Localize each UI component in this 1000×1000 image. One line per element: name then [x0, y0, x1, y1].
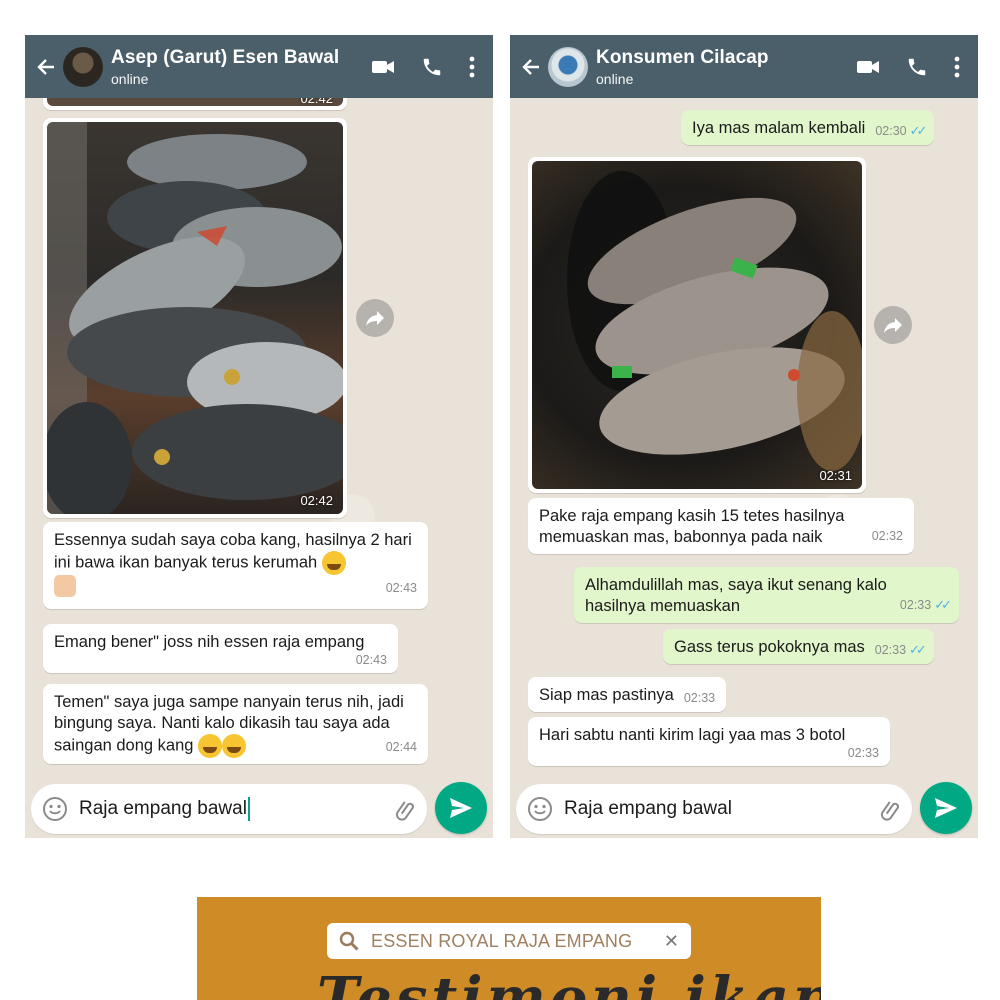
attach-button[interactable]: [383, 797, 427, 821]
time-value: 02:30: [875, 124, 907, 138]
incoming-message[interactable]: Siap mas pastinya 02:33: [528, 677, 727, 712]
incoming-message[interactable]: Emang bener" joss nih essen raja empang …: [43, 624, 398, 673]
read-ticks-icon: ✓✓: [934, 597, 952, 612]
contact-info[interactable]: Asep (Garut) Esen Bawal online: [111, 47, 371, 87]
send-button[interactable]: [920, 782, 972, 834]
chat-screen-left: 02:42 Asep (Garut) Esen Bawal online 02:…: [25, 35, 493, 838]
message-text: Gass terus pokoknya mas: [674, 638, 865, 656]
avatar[interactable]: [548, 46, 588, 87]
forward-button[interactable]: [356, 299, 394, 337]
paperclip-icon: [395, 801, 414, 821]
chat-header: Konsumen Cilacap online: [510, 35, 978, 98]
message-text: Iya mas malam kembali: [692, 119, 866, 137]
video-call-icon[interactable]: [856, 58, 880, 76]
incoming-message[interactable]: Essennya sudah saya coba kang, hasilnya …: [43, 522, 428, 609]
forward-icon: [884, 318, 902, 333]
outgoing-message[interactable]: Gass terus pokoknya mas 02:33 ✓✓: [663, 629, 934, 664]
text-caret: [247, 797, 250, 821]
message-time: 02:31: [819, 468, 852, 483]
message-time: 02:43: [355, 653, 387, 667]
fish-photo: 02:31: [532, 161, 862, 489]
send-icon: [935, 798, 957, 818]
promo-banner: ESSEN ROYAL RAJA EMPANG ✕ Testimoni ikan: [197, 897, 821, 1000]
outgoing-message[interactable]: Alhamdulillah mas, saya ikut senang kalo…: [574, 567, 959, 623]
search-bar[interactable]: ESSEN ROYAL RAJA EMPANG ✕: [327, 923, 691, 959]
image-message[interactable]: 02:31: [528, 157, 866, 493]
rofl-emoji-icon: [222, 734, 247, 758]
outgoing-message[interactable]: Iya mas malam kembali 02:30 ✓✓: [681, 110, 935, 145]
message-time: 02:33 ✓✓: [874, 642, 927, 658]
message-text: Siap mas pastinya: [539, 686, 674, 704]
time-value: 02:33: [899, 598, 932, 612]
back-arrow-icon[interactable]: [514, 35, 548, 98]
contact-status: online: [596, 70, 634, 87]
message-time: 02:43: [385, 581, 417, 595]
emoji-button[interactable]: [31, 796, 79, 822]
incoming-message[interactable]: Pake raja empang kasih 15 tetes hasilnya…: [528, 498, 914, 554]
contact-info[interactable]: Konsumen Cilacap online: [596, 47, 856, 87]
message-text: Hari sabtu nanti kirim lagi yaa mas 3 bo…: [539, 726, 846, 744]
fish-photo: 02:42: [47, 122, 343, 514]
message-input-bar[interactable]: Raja empang bawal: [31, 784, 427, 834]
contact-name: Konsumen Cilacap: [596, 46, 769, 68]
search-icon: [339, 931, 359, 951]
message-time: 02:42: [300, 493, 333, 508]
chat-screen-right: Konsumen Cilacap online Iya mas malam ke…: [510, 35, 978, 838]
incoming-message[interactable]: Temen" saya juga sampe nanyain terus nih…: [43, 684, 428, 764]
smiley-icon: [528, 797, 552, 821]
message-text: Pake raja empang kasih 15 tetes hasilnya…: [539, 507, 845, 546]
send-button[interactable]: [435, 782, 487, 834]
emoji-button[interactable]: [516, 796, 564, 822]
message-time: 02:30 ✓✓: [875, 123, 928, 139]
chat-header: Asep (Garut) Esen Bawal online: [25, 35, 493, 98]
input-value: Raja empang bawal: [79, 798, 247, 820]
message-input-bar[interactable]: Raja empang bawal: [516, 784, 912, 834]
smiley-icon: [43, 797, 67, 821]
avatar[interactable]: [63, 46, 103, 87]
message-text: Essennya sudah saya coba kang, hasilnya …: [54, 531, 412, 572]
attach-button[interactable]: [868, 797, 912, 821]
close-icon[interactable]: ✕: [664, 931, 679, 952]
paperclip-icon: [880, 801, 899, 821]
back-arrow-icon[interactable]: [29, 35, 63, 98]
contact-status: online: [111, 70, 149, 87]
laughing-emoji-icon: [321, 551, 346, 575]
read-ticks-icon: ✓✓: [909, 123, 928, 138]
phone-call-icon[interactable]: [906, 56, 928, 78]
incoming-message[interactable]: Hari sabtu nanti kirim lagi yaa mas 3 bo…: [528, 717, 890, 766]
search-text: ESSEN ROYAL RAJA EMPANG: [371, 930, 633, 951]
banner-title: Testimoni ikan: [317, 965, 821, 1000]
message-time: 02:32: [871, 529, 903, 543]
rofl-emoji-icon: [198, 734, 223, 758]
message-text: Alhamdulillah mas, saya ikut senang kalo…: [585, 576, 887, 615]
phone-call-icon[interactable]: [421, 56, 443, 78]
more-options-icon[interactable]: [954, 56, 960, 78]
image-message[interactable]: 02:42: [43, 118, 347, 518]
message-time: 02:33 ✓✓: [899, 597, 952, 613]
thumbs-up-emoji-icon: [54, 575, 76, 597]
message-time: 02:33: [683, 691, 716, 705]
video-call-icon[interactable]: [371, 58, 395, 76]
message-input[interactable]: Raja empang bawal: [79, 797, 383, 821]
message-input[interactable]: Raja empang bawal: [564, 798, 868, 820]
read-ticks-icon: ✓✓: [909, 642, 927, 657]
time-value: 02:33: [874, 643, 907, 657]
forward-icon: [366, 311, 384, 326]
forward-button[interactable]: [874, 306, 912, 344]
send-icon: [450, 798, 472, 818]
message-text: Emang bener" joss nih essen raja empang: [54, 633, 365, 651]
contact-name: Asep (Garut) Esen Bawal: [111, 46, 340, 68]
message-time: 02:33: [847, 746, 879, 760]
message-time: 02:44: [385, 740, 417, 754]
input-value: Raja empang bawal: [564, 798, 732, 819]
more-options-icon[interactable]: [469, 56, 475, 78]
